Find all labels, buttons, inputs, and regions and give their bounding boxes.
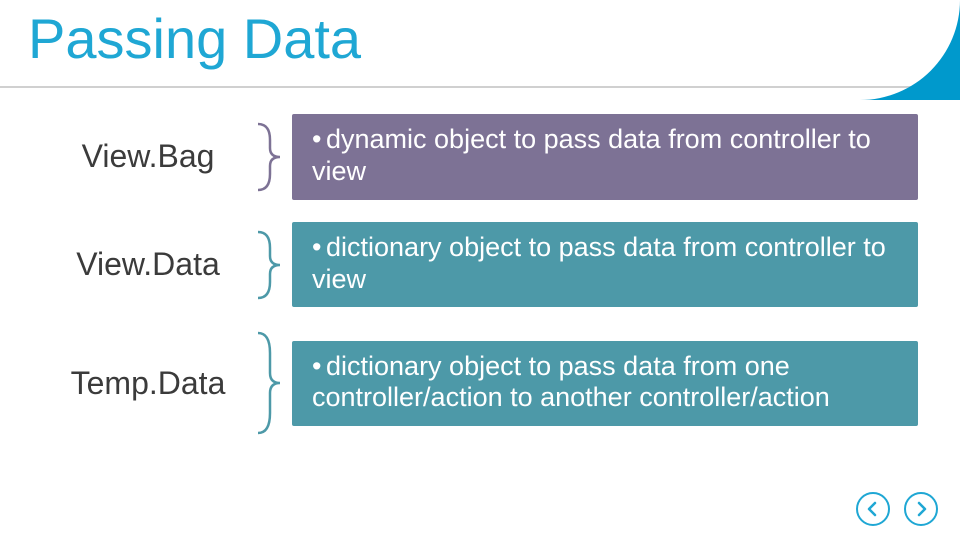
row-desc-text: dynamic object to pass data from control… (312, 124, 871, 186)
brace-icon (248, 228, 292, 302)
row-desc-text: dictionary object to pass data from cont… (312, 232, 886, 294)
brace-icon (248, 329, 292, 437)
diagram-row: View.Bag •dynamic object to pass data fr… (48, 114, 918, 200)
brace-icon (248, 120, 292, 194)
prev-slide-button[interactable] (856, 492, 890, 526)
row-label-viewdata: View.Data (48, 246, 248, 283)
row-desc-tempdata: •dictionary object to pass data from one… (292, 341, 918, 427)
diagram-row: Temp.Data •dictionary object to pass dat… (48, 329, 918, 437)
row-label-tempdata: Temp.Data (48, 365, 248, 402)
arrow-left-icon (865, 501, 881, 517)
title-divider (0, 86, 960, 88)
slide-nav (856, 492, 938, 526)
arrow-right-icon (913, 501, 929, 517)
brand-logo (840, 0, 960, 100)
row-desc-viewdata: •dictionary object to pass data from con… (292, 222, 918, 308)
next-slide-button[interactable] (904, 492, 938, 526)
row-desc-viewbag: •dynamic object to pass data from contro… (292, 114, 918, 200)
diagram-content: View.Bag •dynamic object to pass data fr… (48, 114, 918, 459)
row-label-viewbag: View.Bag (48, 138, 248, 175)
row-desc-text: dictionary object to pass data from one … (312, 351, 830, 413)
diagram-row: View.Data •dictionary object to pass dat… (48, 222, 918, 308)
slide-title: Passing Data (28, 6, 361, 71)
